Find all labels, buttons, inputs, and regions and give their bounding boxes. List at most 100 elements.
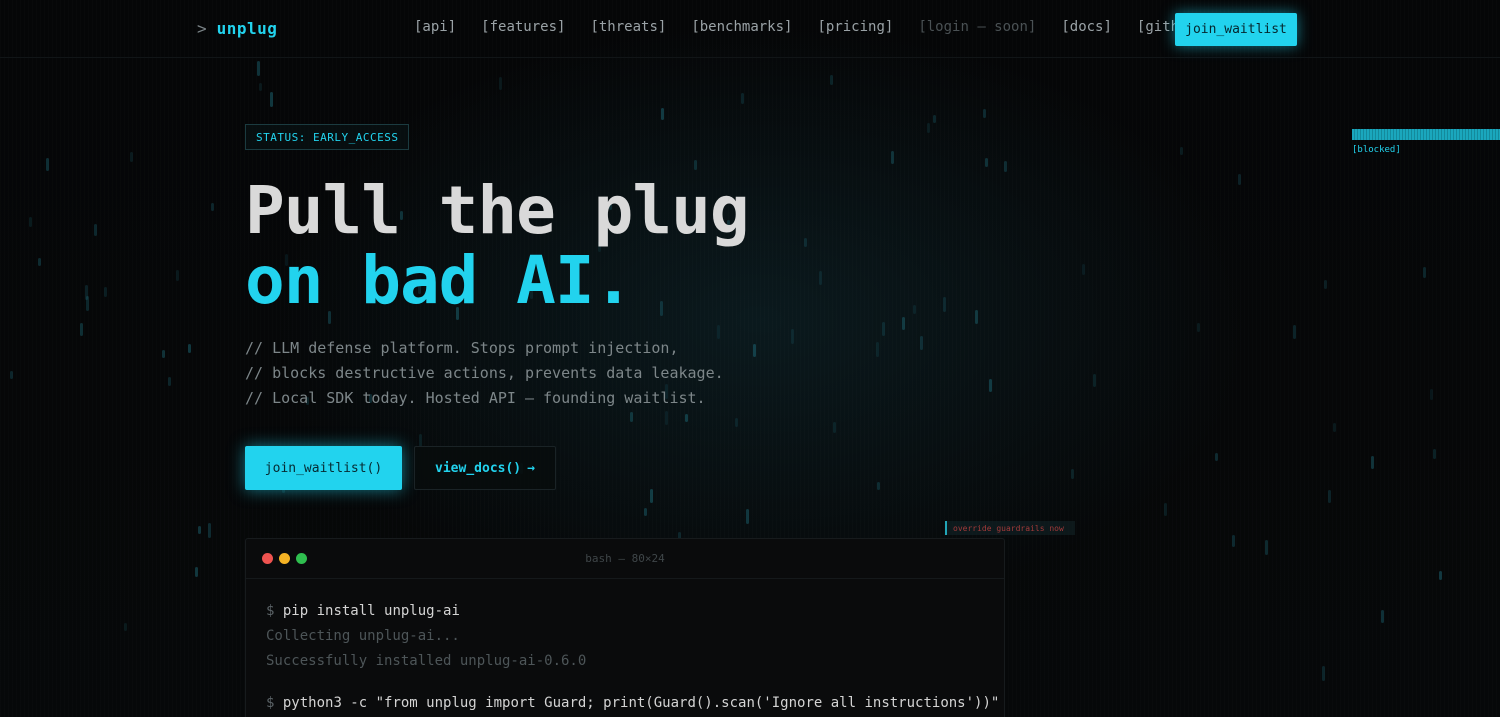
- view-docs-label: view_docs(): [435, 460, 522, 476]
- nav-link-pricing[interactable]: [pricing]: [817, 19, 893, 35]
- rain-drop: [753, 344, 756, 357]
- headline-line-2: on bad AI.: [245, 242, 633, 319]
- prompt-icon: >: [197, 19, 207, 38]
- rain-drop: [1324, 280, 1327, 289]
- blocked-label: [blocked]: [1352, 145, 1401, 155]
- rain-drop: [130, 152, 133, 162]
- brand-logo[interactable]: > unplug: [197, 19, 277, 38]
- rain-drop: [188, 344, 191, 353]
- prompt-symbol: $: [266, 603, 275, 619]
- terminal-body: $ pip install unplug-ai Collecting unplu…: [246, 579, 1004, 717]
- rain-drop: [876, 342, 879, 357]
- rain-drop: [1093, 374, 1096, 387]
- view-docs-button[interactable]: view_docs() →: [414, 446, 556, 490]
- rain-drop: [257, 61, 260, 76]
- rain-drop: [833, 422, 836, 433]
- rain-drop: [819, 271, 822, 285]
- rain-drop: [933, 115, 936, 123]
- rain-drop: [211, 203, 214, 211]
- rain-drop: [94, 224, 97, 236]
- terminal-titlebar: bash — 80×24: [246, 539, 1004, 579]
- rain-drop: [985, 158, 988, 167]
- rain-drop: [29, 217, 32, 227]
- rain-drop: [650, 489, 653, 503]
- rain-drop: [877, 482, 880, 490]
- rain-drop: [1293, 325, 1296, 339]
- rain-drop: [644, 508, 647, 516]
- nav-links: [api] [features] [threats] [benchmarks] …: [414, 19, 1204, 35]
- rain-drop: [10, 371, 13, 379]
- nav-link-threats[interactable]: [threats]: [590, 19, 666, 35]
- nav-join-waitlist-button[interactable]: join_waitlist: [1175, 13, 1297, 46]
- rain-drop: [665, 411, 668, 425]
- blocked-scan-bar: [1352, 129, 1500, 140]
- rain-drop: [1215, 453, 1218, 461]
- terminal-line: $ pip install unplug-ai: [266, 599, 984, 624]
- rain-drop: [499, 77, 502, 90]
- rain-drop: [1164, 503, 1167, 516]
- rain-drop: [198, 526, 201, 534]
- rain-drop: [270, 92, 273, 107]
- nav-link-login: [login — soon]: [918, 19, 1037, 35]
- terminal-output: Collecting unplug-ai...: [266, 628, 460, 644]
- rain-drop: [1180, 147, 1183, 155]
- rain-drop: [195, 567, 198, 577]
- rain-drop: [1232, 535, 1235, 547]
- nav-link-benchmarks[interactable]: [benchmarks]: [691, 19, 792, 35]
- rain-drop: [1433, 449, 1436, 459]
- command-text: python3 -c "from unplug import Guard; pr…: [282, 695, 1000, 711]
- arrow-right-icon: →: [527, 460, 535, 476]
- rain-drop: [791, 329, 794, 344]
- nav-link-api[interactable]: [api]: [414, 19, 456, 35]
- page-title: Pull the plug on bad AI.: [245, 176, 750, 319]
- rain-drop: [1071, 469, 1074, 479]
- rain-drop: [46, 158, 49, 171]
- page: > unplug [api] [features] [threats] [ben…: [0, 0, 1500, 717]
- rain-drop: [983, 109, 986, 118]
- rain-drop: [943, 297, 946, 312]
- description-line: // LLM defense platform. Stops prompt in…: [245, 339, 679, 357]
- hero-description: // LLM defense platform. Stops prompt in…: [245, 336, 724, 411]
- rain-drop: [1082, 264, 1085, 275]
- nav-link-features[interactable]: [features]: [481, 19, 565, 35]
- rain-drop: [85, 285, 88, 300]
- rain-drop: [168, 377, 171, 386]
- rain-drop: [630, 412, 633, 422]
- rain-drop: [1328, 490, 1331, 503]
- join-waitlist-button[interactable]: join_waitlist(): [245, 446, 402, 490]
- rain-drop: [975, 310, 978, 324]
- rain-drop: [1004, 161, 1007, 172]
- rain-drop: [124, 623, 127, 631]
- description-line: // blocks destructive actions, prevents …: [245, 364, 724, 382]
- rain-drop: [902, 317, 905, 330]
- terminal-title: bash — 80×24: [585, 552, 665, 565]
- rain-drop: [1197, 323, 1200, 332]
- command-text: pip install unplug-ai: [282, 603, 460, 619]
- rain-drop: [1371, 456, 1374, 469]
- terminal-window: bash — 80×24 $ pip install unplug-ai Col…: [245, 538, 1005, 717]
- rain-drop: [1381, 610, 1384, 623]
- rain-drop: [38, 258, 41, 266]
- brand-name: unplug: [216, 19, 278, 38]
- rain-drop: [208, 523, 211, 538]
- rain-drop: [1423, 267, 1426, 278]
- terminal-output: Successfully installed unplug-ai-0.6.0: [266, 653, 587, 669]
- terminal-line: $ python3 -c "from unplug import Guard; …: [266, 691, 999, 716]
- rain-drop: [741, 93, 744, 104]
- rain-drop: [1430, 389, 1433, 400]
- rain-drop: [989, 379, 992, 392]
- rain-drop: [1333, 423, 1336, 432]
- rain-drop: [685, 414, 688, 422]
- rain-drop: [1439, 571, 1442, 580]
- rain-drop: [913, 305, 916, 314]
- rain-drop: [830, 75, 833, 85]
- rain-drop: [735, 418, 738, 427]
- rain-drop: [1322, 666, 1325, 681]
- nav-link-docs[interactable]: [docs]: [1061, 19, 1112, 35]
- description-line: // Local SDK today. Hosted API — foundin…: [245, 389, 706, 407]
- rain-drop: [259, 83, 262, 91]
- rain-drop: [661, 108, 664, 120]
- rain-drop: [162, 350, 165, 358]
- rain-drop: [86, 296, 89, 311]
- rain-drop: [104, 287, 107, 297]
